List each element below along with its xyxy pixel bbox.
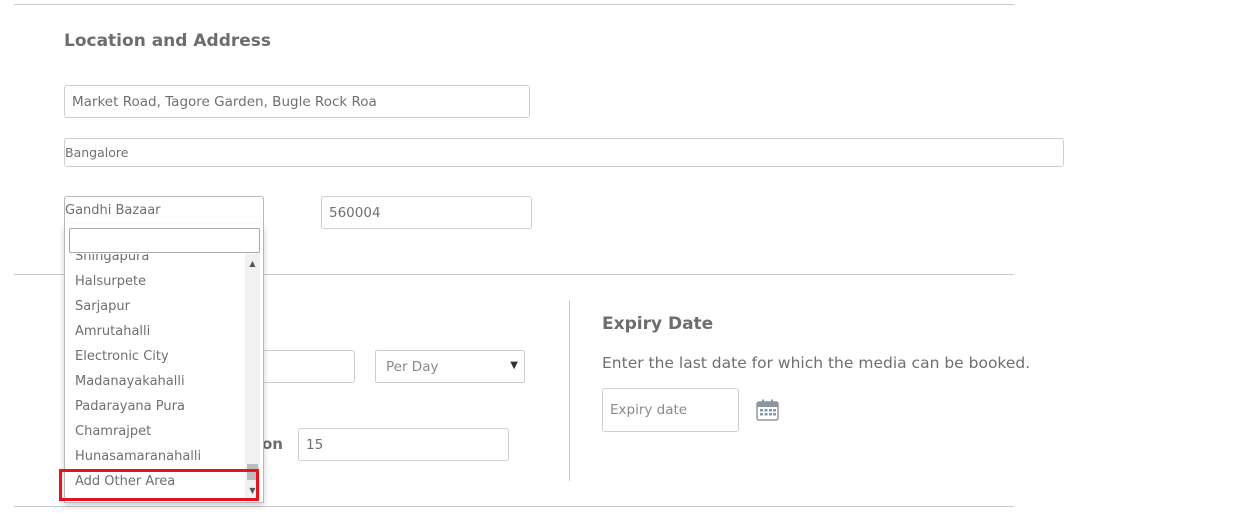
area-options-list: Shingapura Halsurpete Sarjapur Amrutahal… [65,254,243,502]
address-line-input[interactable]: Market Road, Tagore Garden, Bugle Rock R… [64,85,530,118]
scroll-up-arrow-icon[interactable]: ▲ [245,258,260,270]
media-listing-form: Location and Address Market Road, Tagore… [0,0,1252,527]
pincode-input[interactable]: 560004 [321,196,532,229]
column-separator [569,300,570,481]
area-option[interactable]: Electronic City [65,344,243,369]
area-option[interactable]: Amrutahalli [65,319,243,344]
top-divider [14,4,1014,5]
area-selected-value: Gandhi Bazaar [65,203,161,218]
area-option[interactable]: Hunasamaranahalli [65,444,243,469]
area-option[interactable]: Halsurpete [65,269,243,294]
expiry-description: Enter the last date for which the media … [602,354,1031,372]
rate-unit-select[interactable]: Per Day ▼ [375,350,525,383]
min-duration-input[interactable]: 15 [298,428,509,461]
dropdown-scrollbar[interactable]: ▲ ▼ [245,254,260,502]
calendar-icon[interactable] [756,399,779,421]
area-option[interactable]: Padarayana Pura [65,394,243,419]
area-option[interactable]: Sarjapur [65,294,243,319]
rate-unit-value: Per Day [386,358,439,375]
area-option[interactable]: Shingapura [65,254,243,269]
area-search-input[interactable] [69,228,260,253]
city-input[interactable]: Bangalore [64,138,1064,167]
area-option[interactable]: Chamrajpet [65,419,243,444]
area-option[interactable]: Madanayakahalli [65,369,243,394]
location-section-title: Location and Address [64,31,272,51]
select-arrow-icon: ▼ [510,360,518,371]
area-dropdown-panel: Shingapura Halsurpete Sarjapur Amrutahal… [64,224,264,503]
highlight-annotation [59,469,259,501]
expiry-section-title: Expiry Date [602,314,714,334]
bottom-divider [14,506,1014,507]
expiry-date-input[interactable]: Expiry date [602,388,739,432]
min-duration-label-tail: on [262,435,283,453]
